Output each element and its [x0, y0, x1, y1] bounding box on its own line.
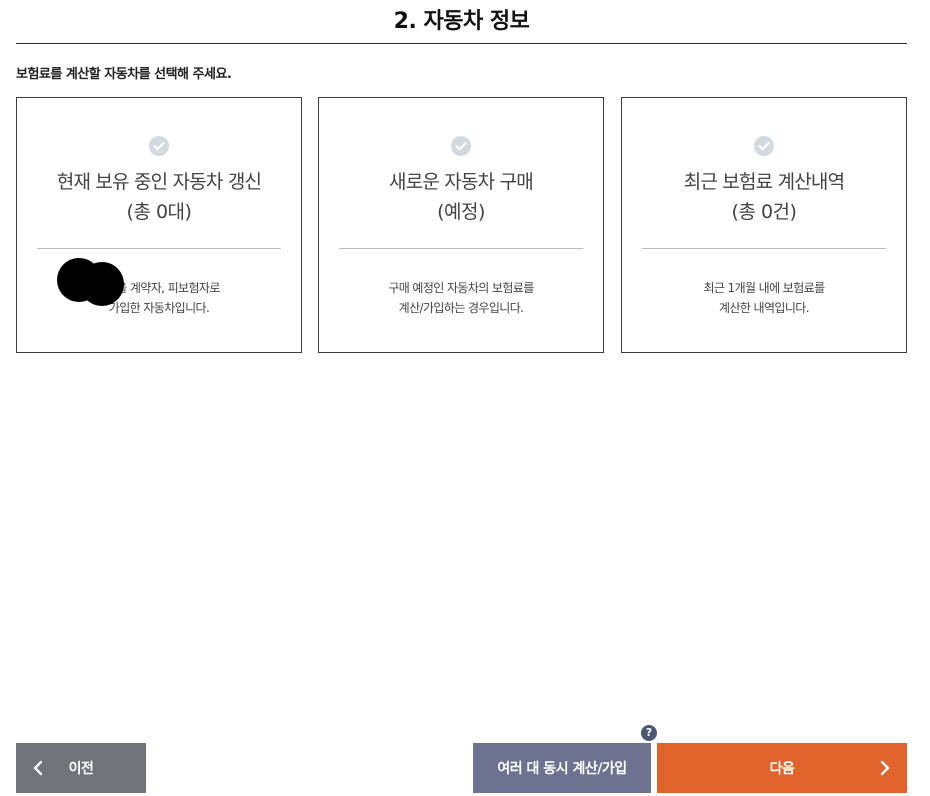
page-title: 2. 자동차 정보 [393, 9, 530, 34]
card-renew-owned-car[interactable]: 현재 보유 중인 자동차 갱신 (총 0대) 을 계약자, 피보험자로 가입한 … [16, 97, 302, 353]
redaction-mark [80, 262, 124, 306]
next-button[interactable]: 다음 [657, 743, 907, 793]
prev-button[interactable]: 이전 [16, 743, 146, 793]
card-count: (총 0대) [126, 201, 192, 223]
card-desc-line: 최근 1개월 내에 보험료를 [703, 281, 825, 295]
prev-button-label: 이전 [68, 761, 94, 777]
check-circle-icon [149, 136, 169, 156]
check-circle-icon [754, 136, 774, 156]
chevron-right-icon [879, 759, 891, 781]
card-desc-line: 계산한 내역입니다. [719, 301, 810, 315]
card-title: 현재 보유 중인 자동차 갱신 [56, 171, 262, 193]
card-title: 최근 보험료 계산내역 [683, 171, 845, 193]
card-count: (총 0건) [731, 201, 797, 223]
instruction-text: 보험료를 계산할 자동차를 선택해 주세요. [16, 67, 232, 82]
card-recent-quotes[interactable]: 최근 보험료 계산내역 (총 0건) 최근 1개월 내에 보험료를 계산한 내역… [621, 97, 907, 353]
chevron-left-icon [32, 759, 44, 781]
title-divider [16, 43, 907, 44]
card-new-car-purchase[interactable]: 새로운 자동차 구매 (예정) 구매 예정인 자동차의 보험료를 계산/가입하는… [318, 97, 604, 353]
card-description: 구매 예정인 자동차의 보험료를 계산/가입하는 경우입니다. [319, 278, 603, 318]
card-description: 최근 1개월 내에 보험료를 계산한 내역입니다. [622, 278, 906, 318]
next-button-label: 다음 [769, 761, 795, 777]
card-desc-line: 가입한 자동차입니다. [108, 301, 210, 315]
help-icon[interactable]: ? [641, 725, 657, 741]
card-desc-line: 구매 예정인 자동차의 보험료를 [388, 281, 534, 295]
card-divider [37, 248, 281, 249]
check-circle-icon [451, 136, 471, 156]
card-title: 새로운 자동차 구매 [389, 171, 534, 193]
card-desc-line: 계산/가입하는 경우입니다. [398, 301, 524, 315]
card-divider [339, 248, 583, 249]
multi-car-button[interactable]: 여러 대 동시 계산/가입 [473, 743, 651, 793]
multi-car-button-label: 여러 대 동시 계산/가입 [497, 761, 627, 777]
card-divider [642, 248, 886, 249]
card-count: (예정) [437, 201, 485, 223]
